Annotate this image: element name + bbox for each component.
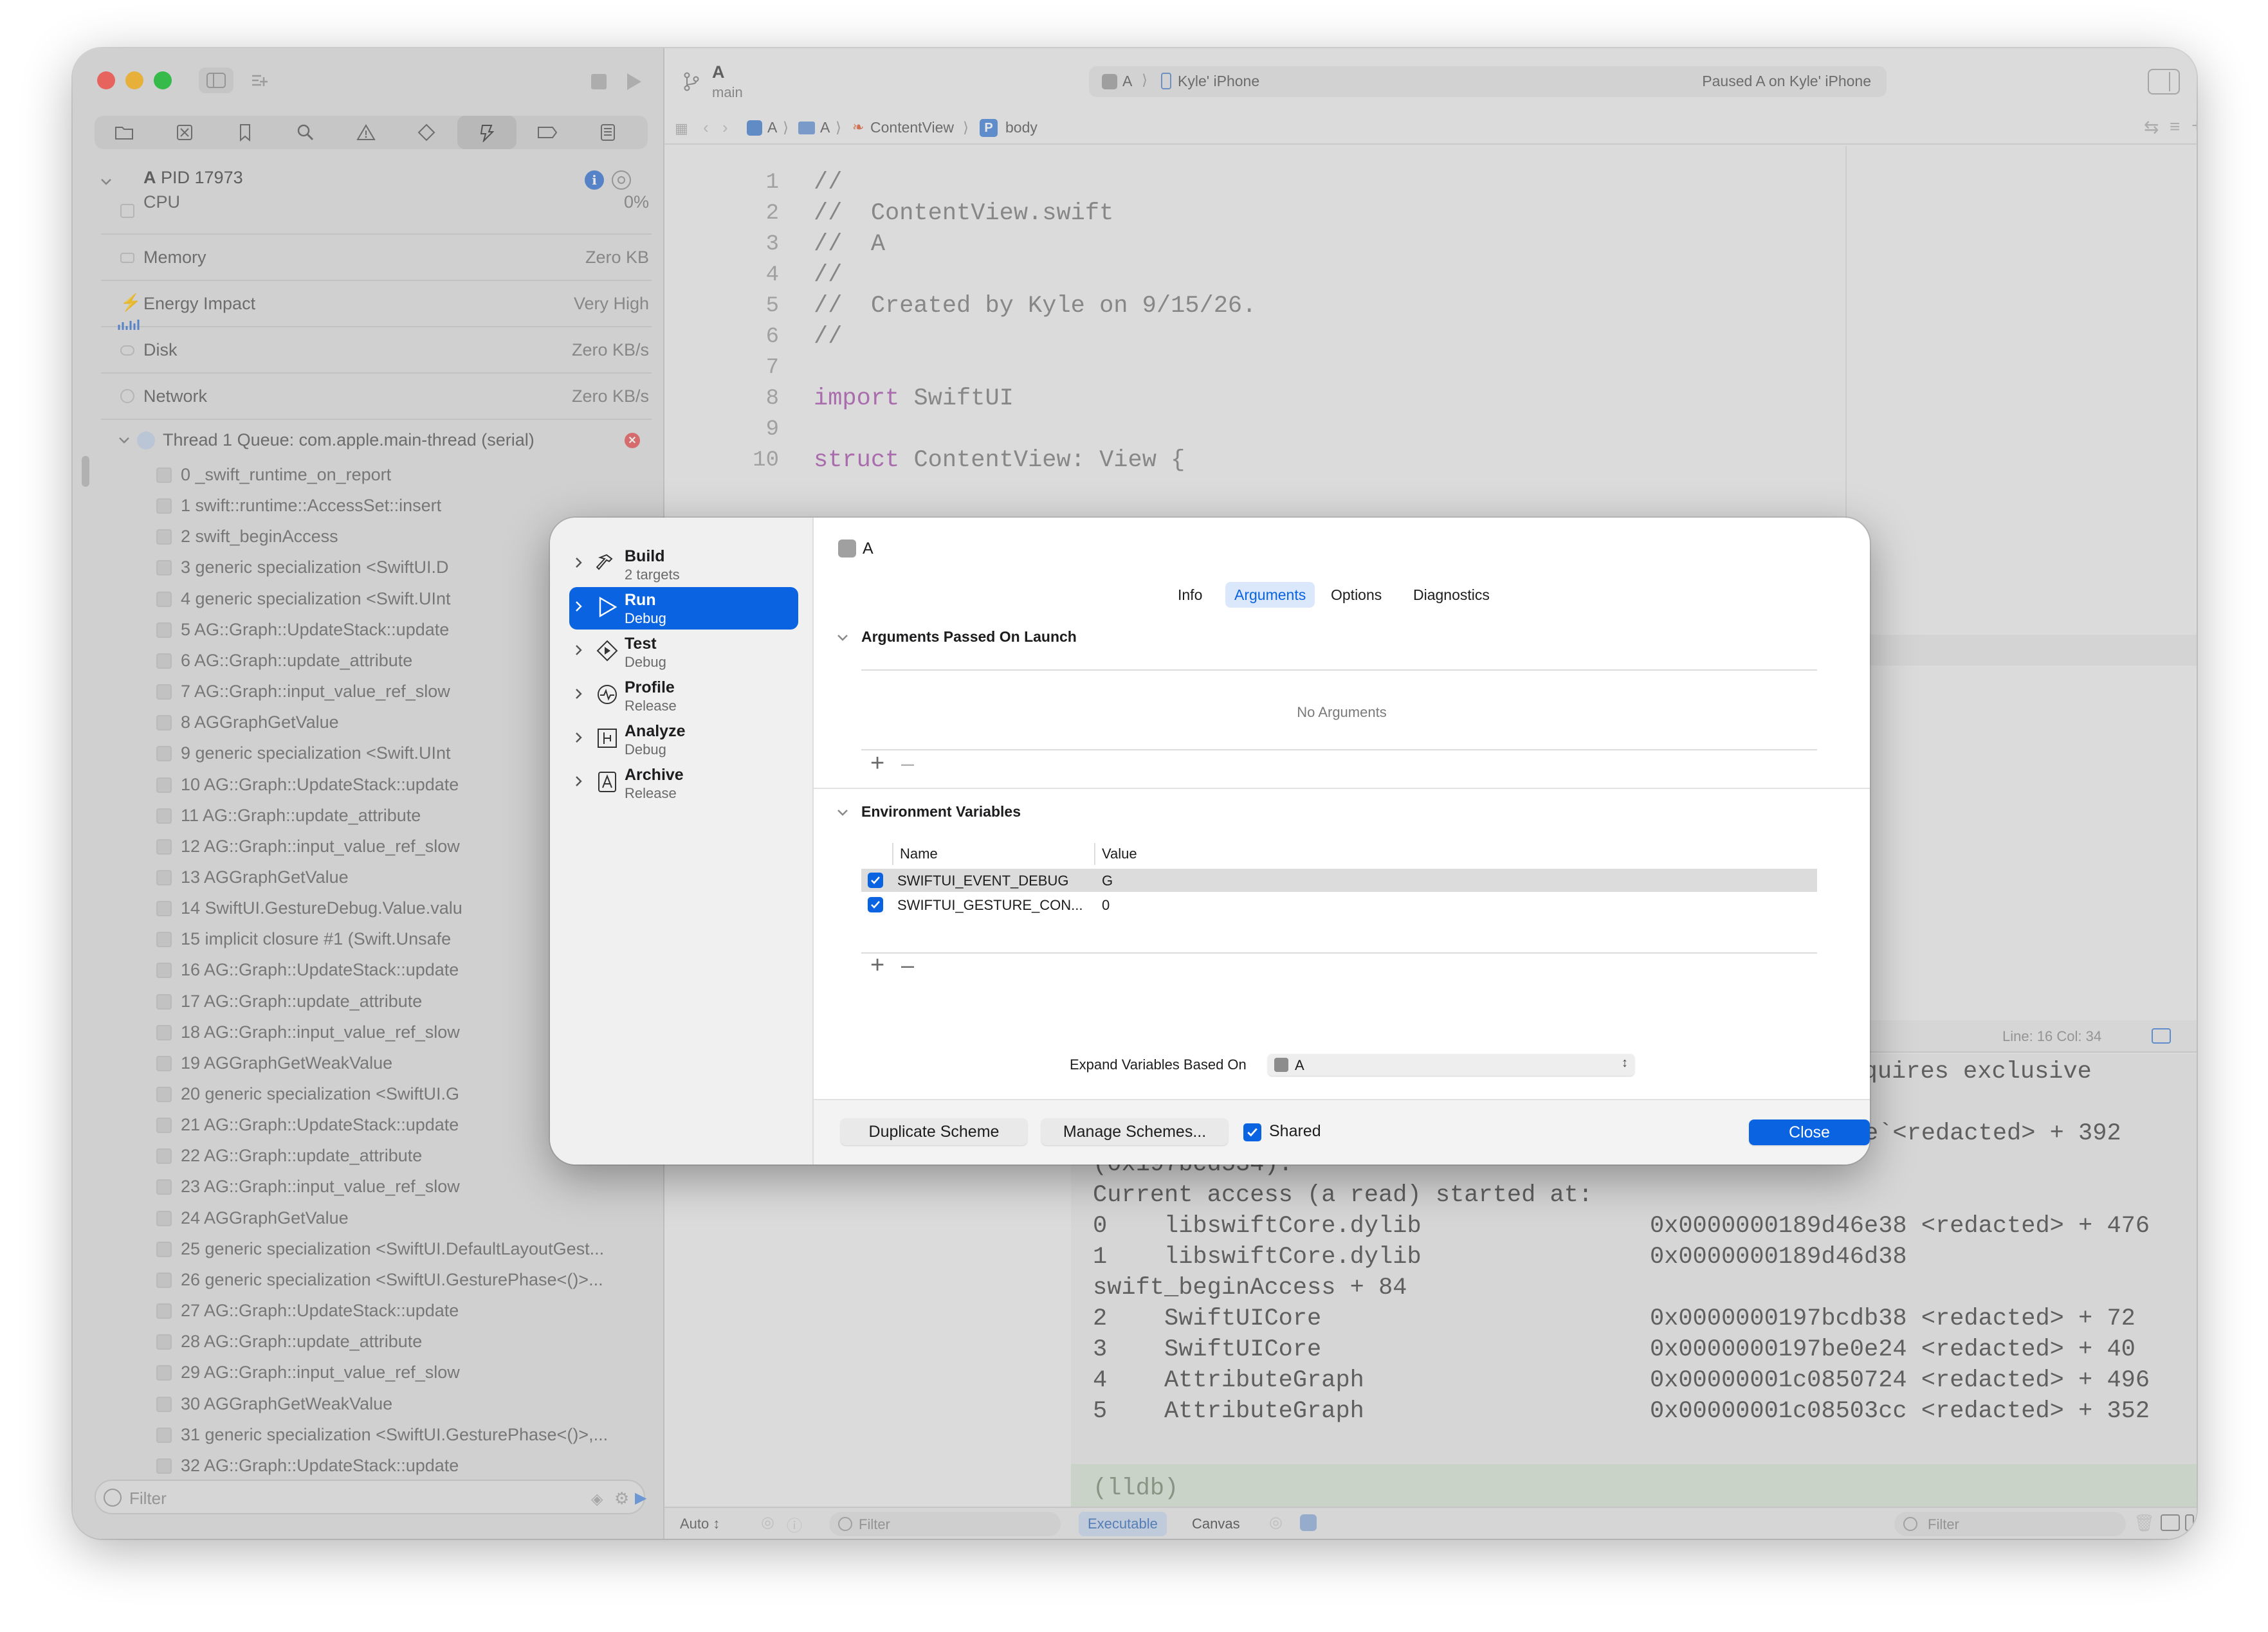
env-row[interactable]: SWIFTUI_EVENT_DEBUG G xyxy=(861,869,1817,892)
expand-variables-label: Expand Variables Based On xyxy=(1070,1056,1247,1073)
add-env-var-button[interactable]: + xyxy=(870,952,884,978)
expand-variables-value: A xyxy=(1295,1057,1304,1073)
env-column-name[interactable]: Name xyxy=(900,846,938,862)
updown-chevron-icon: ↕ xyxy=(1622,1056,1628,1070)
shared-label[interactable]: Shared xyxy=(1269,1122,1321,1141)
scheme-action-build[interactable]: Build 2 targets xyxy=(569,543,798,586)
scheme-editor-sheet: Build 2 targets Run Debug Test Debug Profile Re… xyxy=(550,518,1870,1165)
chevron-right-icon[interactable] xyxy=(574,687,589,702)
scheme-action-name: Archive xyxy=(625,766,684,784)
scheme-action-config: 2 targets xyxy=(625,567,680,583)
chevron-right-icon[interactable] xyxy=(574,644,589,658)
chevron-right-icon[interactable] xyxy=(574,775,589,789)
scheme-action-name: Analyze xyxy=(625,722,686,740)
column-divider xyxy=(892,843,893,865)
shared-checkbox[interactable] xyxy=(1243,1123,1261,1141)
close-button[interactable]: Close xyxy=(1749,1120,1870,1145)
remove-argument-button[interactable]: – xyxy=(901,750,914,776)
remove-env-var-button[interactable]: – xyxy=(901,952,914,978)
column-divider xyxy=(1094,843,1095,865)
environment-section-title: Environment Variables xyxy=(861,803,1021,820)
sheet-footer: Duplicate Scheme Manage Schemes... Share… xyxy=(814,1099,1870,1165)
scheme-app-icon xyxy=(838,539,856,558)
env-enabled-checkbox[interactable] xyxy=(868,873,883,888)
tab-diagnostics[interactable]: Diagnostics xyxy=(1404,582,1499,608)
scheme-action-analyze[interactable]: Analyze Debug xyxy=(569,718,798,761)
env-var-name[interactable]: SWIFTUI_GESTURE_CON... xyxy=(897,897,1083,914)
expand-variables-popup[interactable]: A ↕ xyxy=(1268,1054,1634,1076)
tab-options[interactable]: Options xyxy=(1322,582,1391,608)
chevron-right-icon[interactable] xyxy=(574,600,589,614)
scheme-action-config: Release xyxy=(625,785,677,801)
chevron-right-icon[interactable] xyxy=(574,556,589,570)
scheme-action-archive[interactable]: Archive Release xyxy=(569,762,798,804)
xcode-window: A PID 17973 i CPU 0% Memory Zero KB ⚡ En… xyxy=(73,48,2197,1539)
env-var-value[interactable]: 0 xyxy=(1102,897,1110,914)
divider xyxy=(861,952,1817,954)
env-row[interactable]: SWIFTUI_GESTURE_CON... 0 xyxy=(861,893,1817,916)
scheme-action-name: Build xyxy=(625,547,665,565)
env-var-name[interactable]: SWIFTUI_EVENT_DEBUG xyxy=(897,873,1068,889)
env-column-value[interactable]: Value xyxy=(1102,846,1137,862)
analyze-icon xyxy=(596,727,619,750)
diamond-icon xyxy=(596,640,619,663)
scheme-action-config: Debug xyxy=(625,610,666,626)
divider xyxy=(861,749,1817,750)
arguments-section-title: Arguments Passed On Launch xyxy=(861,628,1077,645)
gauge-icon xyxy=(596,684,619,707)
hammer-icon xyxy=(596,552,619,576)
scheme-action-config: Debug xyxy=(625,741,666,757)
scheme-action-name: Profile xyxy=(625,678,675,696)
scheme-name[interactable]: A xyxy=(863,539,873,558)
scheme-actions-list: Build 2 targets Run Debug Test Debug Profile Re… xyxy=(550,518,814,1165)
divider xyxy=(814,788,1870,789)
app-icon xyxy=(1274,1058,1288,1072)
tab-arguments[interactable]: Arguments xyxy=(1225,582,1315,608)
scheme-action-config: Debug xyxy=(625,654,666,670)
add-argument-button[interactable]: + xyxy=(870,750,884,776)
duplicate-scheme-button[interactable]: Duplicate Scheme xyxy=(841,1118,1027,1145)
scheme-action-name: Run xyxy=(625,591,656,609)
play-icon xyxy=(596,596,619,619)
manage-schemes-button[interactable]: Manage Schemes... xyxy=(1041,1118,1228,1145)
no-arguments-label: No Arguments xyxy=(1297,704,1387,720)
env-enabled-checkbox[interactable] xyxy=(868,897,883,912)
tab-info[interactable]: Info xyxy=(1169,582,1211,608)
env-table-header: Name Value xyxy=(861,843,1817,865)
arguments-chevron-down-icon[interactable] xyxy=(837,633,848,645)
chevron-right-icon[interactable] xyxy=(574,731,589,745)
archive-icon xyxy=(596,771,619,794)
divider xyxy=(861,669,1817,671)
scheme-action-name: Test xyxy=(625,635,657,653)
scheme-action-test[interactable]: Test Debug xyxy=(569,631,798,673)
env-var-value[interactable]: G xyxy=(1102,873,1113,889)
scheme-action-run[interactable]: Run Debug xyxy=(569,587,798,630)
environment-chevron-down-icon[interactable] xyxy=(837,808,848,820)
